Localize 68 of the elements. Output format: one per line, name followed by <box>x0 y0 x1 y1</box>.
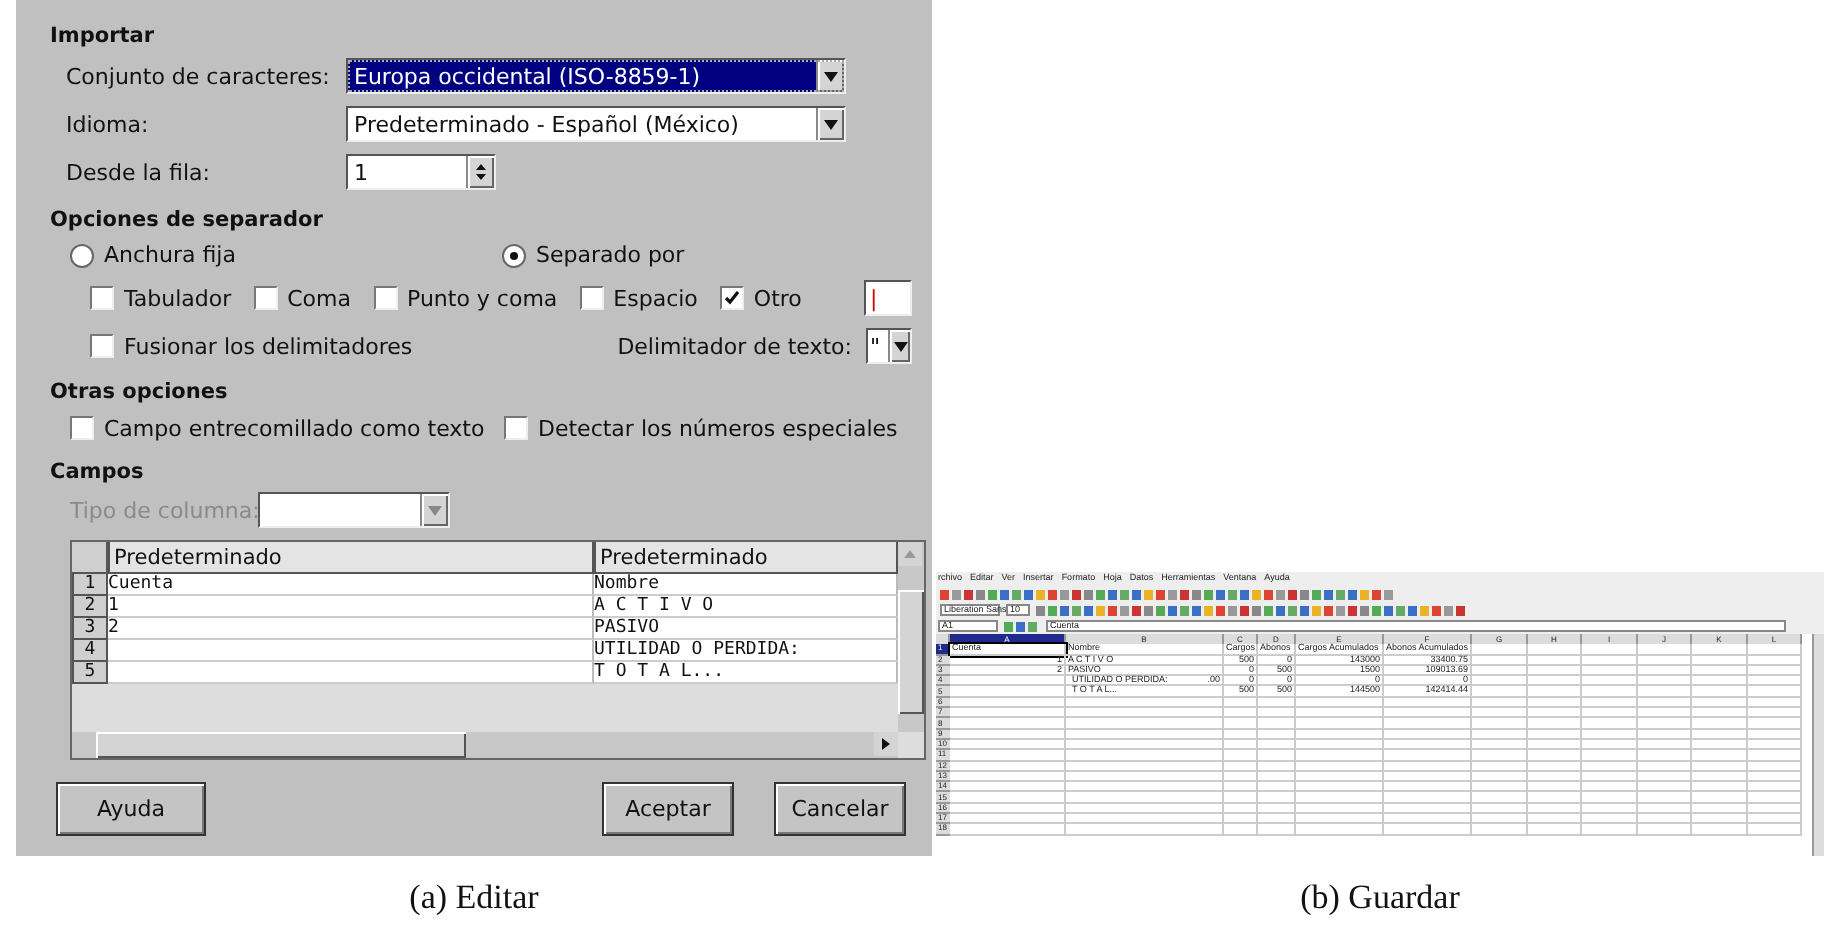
table-cell: PASIVO <box>594 618 898 640</box>
table-cell: Nombre <box>594 574 898 596</box>
checkbox-label: Espacio <box>613 285 698 311</box>
dialog-button[interactable]: Cancelar <box>774 782 906 836</box>
column-type-dropdown[interactable] <box>258 492 450 528</box>
dropdown-arrow-icon <box>824 119 838 129</box>
section-heading: Importar <box>50 21 157 51</box>
toolbar-icons-drawing[interactable] <box>940 589 1396 599</box>
dropdown-arrow-icon <box>428 505 442 515</box>
figure-caption: (a) Editar <box>407 877 541 917</box>
dropdown[interactable]: Europa occidental (ISO-8859-1) <box>346 58 846 94</box>
toolbar-icons-drawing[interactable] <box>1036 605 1468 615</box>
radio-button[interactable] <box>502 243 526 267</box>
corner-cell[interactable] <box>936 634 950 645</box>
toolbar-icons-drawing[interactable] <box>1004 621 1040 631</box>
checkbox-label: Fusionar los delimitadores <box>124 333 413 359</box>
checkbox[interactable] <box>373 286 397 310</box>
scroll-right-arrow-icon[interactable] <box>882 738 890 750</box>
table-cell: Cuenta <box>108 574 594 596</box>
checkbox[interactable] <box>90 286 114 310</box>
radio-button[interactable] <box>70 243 94 267</box>
field-label: Delimitador de texto: <box>617 333 852 359</box>
other-delimiter-field[interactable]: | <box>864 280 912 316</box>
table-cell: 1 <box>108 596 594 618</box>
table-cell: T O T A L... <box>594 662 898 684</box>
section-heading: Opciones de separador <box>50 205 325 235</box>
checkbox[interactable] <box>719 286 744 310</box>
checkbox[interactable] <box>253 286 278 310</box>
column-header[interactable]: Predeterminado <box>108 542 594 574</box>
table-cell: A C T I V O <box>594 596 898 618</box>
checkbox-label: Tabulador <box>124 285 232 311</box>
spin-arrows-icon <box>476 162 486 182</box>
table-cell: UTILIDAD O PERDIDA: <box>594 640 898 662</box>
checkbox[interactable] <box>504 416 528 440</box>
checkbox-label: Otro <box>753 285 802 311</box>
row-number: 2 <box>72 596 108 618</box>
column-header[interactable]: Predeterminado <box>594 542 898 574</box>
row-number: 1 <box>72 574 108 596</box>
dropdown-arrow-icon <box>893 341 907 351</box>
field-label: Idioma: <box>66 111 151 137</box>
corner-cell <box>72 542 108 574</box>
radio-label: Separado por <box>536 242 685 268</box>
row-number: 3 <box>72 618 108 640</box>
dialog-button[interactable]: Ayuda <box>56 782 206 836</box>
dialog-button[interactable]: Aceptar <box>602 782 734 836</box>
checkbox[interactable] <box>579 286 604 310</box>
vertical-scrollbar[interactable] <box>1812 634 1824 856</box>
checkbox-label: Detectar los números especiales <box>538 415 898 441</box>
horizontal-scrollbar[interactable] <box>72 732 898 758</box>
row-number: 5 <box>72 662 108 684</box>
checkbox-label: Punto y coma <box>407 285 558 311</box>
spin-field[interactable]: 1 <box>346 154 496 190</box>
vertical-scrollbar[interactable] <box>898 542 924 732</box>
checkbox[interactable] <box>90 334 114 358</box>
checkbox-label: Campo entrecomillado como texto <box>104 415 485 441</box>
field-label: Conjunto de caracteres: <box>66 63 332 89</box>
row-number: 4 <box>72 640 108 662</box>
dropdown[interactable]: Predeterminado - Español (México) <box>346 106 846 142</box>
radio-label: Anchura fija <box>104 242 236 268</box>
figure-caption: (b) Guardar <box>1298 877 1462 917</box>
text-delimiter-dropdown[interactable]: " <box>866 328 912 364</box>
section-heading: Otras opciones <box>50 377 230 407</box>
checkbox[interactable] <box>70 416 94 440</box>
dropdown-arrow-icon <box>824 71 838 81</box>
checkbox-label: Coma <box>287 285 351 311</box>
section-heading: Campos <box>50 457 146 487</box>
field-label: Desde la fila: <box>66 159 212 185</box>
table-cell: 2 <box>108 618 594 640</box>
